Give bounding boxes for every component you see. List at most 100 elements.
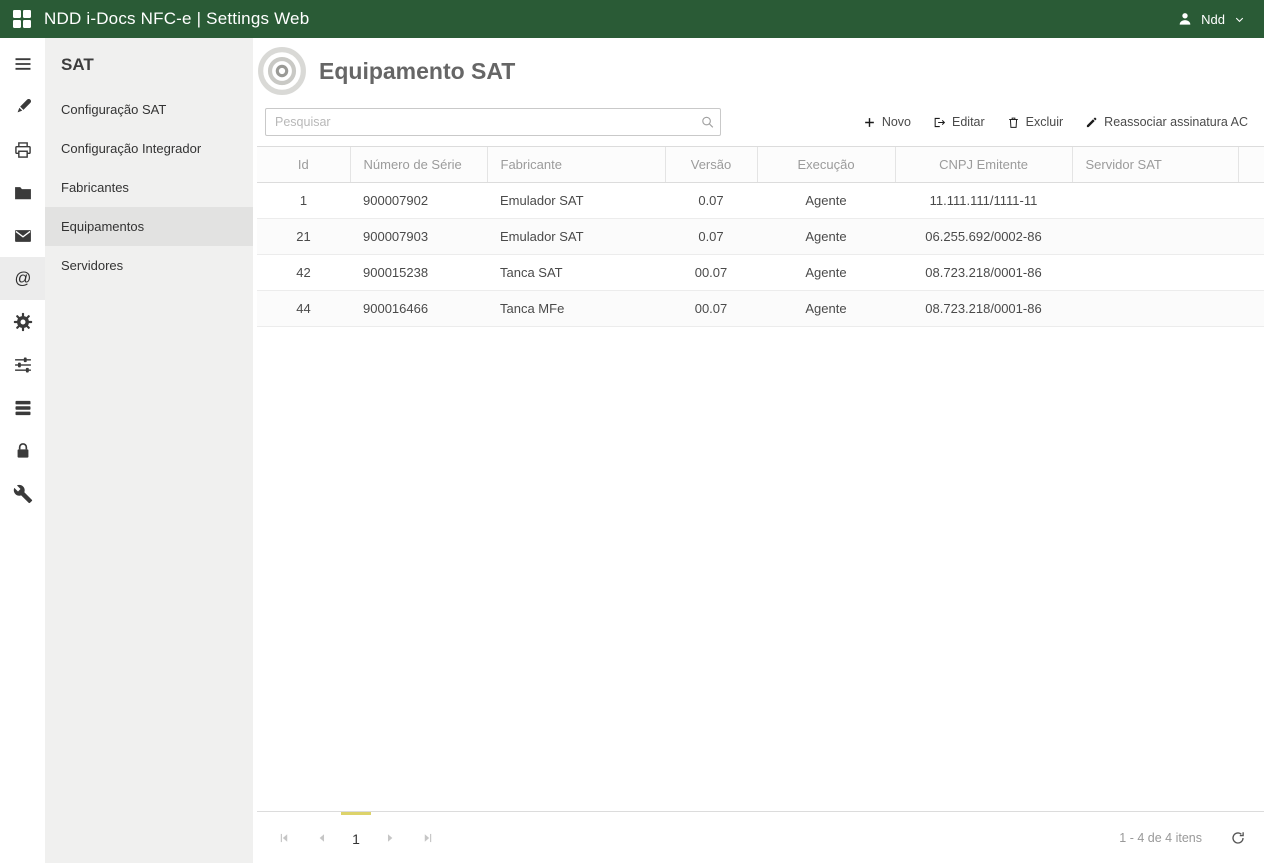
- next-page-icon: [387, 833, 393, 842]
- pager-page-1[interactable]: 1: [341, 812, 371, 863]
- grid-toolbar: Novo Editar Excluir Reassociar assinatur…: [863, 115, 1248, 129]
- server-icon: [13, 398, 33, 418]
- column-header-vers-o[interactable]: Versão: [664, 146, 757, 183]
- table-cell: 08.723.218/0001-86: [895, 290, 1072, 327]
- refresh-button[interactable]: [1230, 830, 1246, 846]
- user-name: Ndd: [1201, 11, 1225, 27]
- table-cell: Agente: [757, 182, 895, 219]
- rail-item-sliders[interactable]: [0, 343, 45, 386]
- rail-item-server[interactable]: [0, 386, 45, 429]
- mail-icon: [13, 226, 33, 246]
- table-row[interactable]: 44 900016466 Tanca MFe 00.07 Agente 08.723.21…: [257, 290, 1264, 327]
- refresh-icon: [1232, 831, 1244, 844]
- table-cell: Agente: [757, 290, 895, 327]
- table-row[interactable]: 42 900015238 Tanca SAT 00.07 Agente 08.723.21…: [257, 254, 1264, 291]
- rail-item-printer[interactable]: [0, 128, 45, 171]
- delete-button[interactable]: Excluir: [1007, 115, 1063, 129]
- table-cell: [1072, 182, 1238, 219]
- column-header-cnpj-emitente[interactable]: CNPJ Emitente: [894, 146, 1072, 183]
- page-title: Equipamento SAT: [319, 57, 516, 84]
- search-box: [265, 108, 721, 136]
- sidebar-item-configura-o-integrador[interactable]: Configuração Integrador: [45, 129, 253, 168]
- table-cell: 44: [257, 290, 350, 327]
- column-header-n-mero-de-s-rie[interactable]: Número de Série: [349, 146, 487, 183]
- sidebar: SAT Configuração SAT Configuração Integra…: [45, 38, 253, 863]
- table-cell: Tanca SAT: [487, 254, 665, 291]
- lock-icon: [13, 441, 33, 461]
- table-cell: 900015238: [350, 254, 487, 291]
- table-cell: 0.07: [665, 218, 757, 255]
- rail-item-at[interactable]: @: [0, 257, 45, 300]
- table-cell: Agente: [757, 254, 895, 291]
- edit-icon: [934, 117, 946, 127]
- rail-item-lock[interactable]: [0, 429, 45, 472]
- prev-page-icon: [319, 833, 325, 842]
- table-cell-spacer: [1238, 290, 1264, 327]
- app-title: NDD i-Docs NFC-e | Settings Web: [44, 9, 310, 28]
- table-cell: 900007902: [350, 182, 487, 219]
- rail-item-mail[interactable]: [0, 214, 45, 257]
- trash-icon: [1008, 117, 1018, 128]
- table-header-row: Id Número de Série Fabricante Versão Execuçã…: [257, 146, 1264, 183]
- pager-first-button[interactable]: [265, 812, 303, 863]
- svg-text:@: @: [14, 269, 31, 288]
- user-icon: [1177, 11, 1193, 27]
- column-header-id[interactable]: Id: [257, 146, 350, 183]
- first-page-icon: [280, 833, 288, 842]
- app-logo-icon[interactable]: [12, 9, 32, 29]
- table-cell: Tanca MFe: [487, 290, 665, 327]
- table-cell: 900007903: [350, 218, 487, 255]
- table-cell: 21: [257, 218, 350, 255]
- table-cell: [1072, 218, 1238, 255]
- sliders-icon: [13, 355, 33, 375]
- pencil-icon: [1087, 117, 1097, 127]
- reassign-signature-button[interactable]: Reassociar assinatura AC: [1085, 115, 1248, 129]
- search-input[interactable]: [265, 108, 721, 136]
- table-cell-spacer: [1238, 254, 1264, 291]
- table-cell: 06.255.692/0002-86: [895, 218, 1072, 255]
- pager: 1 1 - 4 de 4 itens: [257, 811, 1264, 863]
- user-menu[interactable]: Ndd: [1177, 11, 1246, 27]
- table-row[interactable]: 1 900007902 Emulador SAT 0.07 Agente 11.111.1…: [257, 182, 1264, 219]
- rail-item-wrench[interactable]: [0, 472, 45, 515]
- plus-icon: [864, 117, 874, 127]
- table-row[interactable]: 21 900007903 Emulador SAT 0.07 Agente 06.255.…: [257, 218, 1264, 255]
- column-header-execu-o[interactable]: Execução: [756, 146, 895, 183]
- rail-item-folder[interactable]: [0, 171, 45, 214]
- search-icon[interactable]: [700, 115, 715, 130]
- new-button[interactable]: Novo: [863, 115, 911, 129]
- gear-icon: [13, 312, 33, 332]
- rail-item-menu[interactable]: [0, 42, 45, 85]
- table-cell: [1072, 254, 1238, 291]
- edit-button[interactable]: Editar: [933, 115, 985, 129]
- column-header-spacer: [1237, 146, 1264, 183]
- rail-item-brush[interactable]: [0, 85, 45, 128]
- table-cell: 08.723.218/0001-86: [895, 254, 1072, 291]
- folder-icon: [13, 183, 33, 203]
- table-cell: 900016466: [350, 290, 487, 327]
- pager-prev-button[interactable]: [303, 812, 341, 863]
- pager-next-button[interactable]: [371, 812, 409, 863]
- table-cell: 42: [257, 254, 350, 291]
- column-header-fabricante[interactable]: Fabricante: [486, 146, 665, 183]
- column-header-servidor-sat[interactable]: Servidor SAT: [1071, 146, 1238, 183]
- sidebar-item-fabricantes[interactable]: Fabricantes: [45, 168, 253, 207]
- table-cell: Emulador SAT: [487, 218, 665, 255]
- equipment-table: Id Número de Série Fabricante Versão Execuçã…: [257, 146, 1264, 327]
- table-cell: 1: [257, 182, 350, 219]
- sidebar-title: SAT: [61, 55, 94, 74]
- pager-last-button[interactable]: [409, 812, 447, 863]
- sidebar-item-configura-o-sat[interactable]: Configuração SAT: [45, 90, 253, 129]
- sidebar-item-equipamentos[interactable]: Equipamentos: [45, 207, 253, 246]
- edit-button-label: Editar: [952, 115, 985, 129]
- rail-item-gear[interactable]: [0, 300, 45, 343]
- reassign-signature-button-label: Reassociar assinatura AC: [1104, 115, 1248, 129]
- main-content: Equipamento SAT Novo Editar: [253, 38, 1264, 863]
- brush-icon: [13, 97, 33, 117]
- sidebar-item-servidores[interactable]: Servidores: [45, 246, 253, 285]
- pager-info: 1 - 4 de 4 itens: [1119, 830, 1202, 845]
- table-cell: 00.07: [665, 290, 757, 327]
- chevron-down-icon: [1233, 13, 1246, 26]
- page-logo-icon: [257, 46, 307, 96]
- menu-icon: [13, 54, 33, 74]
